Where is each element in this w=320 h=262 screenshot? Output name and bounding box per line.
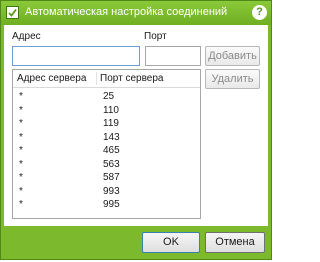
- remove-button[interactable]: Удалить: [205, 69, 260, 89]
- address-label: Адрес: [12, 31, 41, 42]
- app-icon: [6, 6, 19, 19]
- port-label: Порт: [144, 31, 167, 42]
- dialog-footer: OK Отмена: [4, 226, 268, 258]
- list-row[interactable]: * 465: [13, 145, 200, 159]
- column-header-server[interactable]: Адрес сервера: [17, 73, 86, 84]
- settings-dialog: Автоматическая настройка соединений ? Ад…: [0, 0, 272, 260]
- add-button[interactable]: Добавить: [205, 46, 260, 66]
- title-bar: Автоматическая настройка соединений ?: [1, 1, 271, 25]
- list-row[interactable]: * 25: [13, 91, 200, 105]
- row-server: *: [19, 104, 23, 116]
- row-port: 110: [103, 104, 119, 116]
- dialog-content: Адрес Порт Добавить Удалить Адрес сервер…: [4, 25, 268, 226]
- row-port: 25: [103, 91, 115, 102]
- help-icon[interactable]: ?: [252, 5, 267, 20]
- row-server: *: [19, 172, 23, 183]
- row-server: *: [19, 158, 23, 170]
- address-input[interactable]: [12, 46, 140, 66]
- ok-button[interactable]: OK: [142, 232, 200, 253]
- list-header: Адрес сервера Порт сервера: [13, 70, 200, 88]
- row-server: *: [19, 131, 23, 143]
- list-rows: * 25 * 110 * 119 * 143 * 465 * 563 * 587 * 993 *…: [13, 91, 200, 213]
- list-row[interactable]: * 995: [13, 199, 200, 213]
- row-server: *: [19, 118, 23, 129]
- row-port: 993: [103, 185, 120, 197]
- list-row[interactable]: * 110: [13, 105, 200, 119]
- server-list[interactable]: Адрес сервера Порт сервера * 25 * 110 * 119…: [12, 69, 201, 219]
- list-row[interactable]: * 119: [13, 118, 200, 132]
- row-port: 995: [103, 199, 120, 210]
- row-port: 465: [103, 145, 120, 156]
- column-header-port[interactable]: Порт сервера: [100, 73, 163, 84]
- list-row[interactable]: * 563: [13, 159, 200, 173]
- row-server: *: [19, 185, 23, 197]
- list-row[interactable]: * 143: [13, 132, 200, 146]
- row-port: 119: [103, 118, 119, 129]
- list-row[interactable]: * 587: [13, 172, 200, 186]
- row-port: 587: [103, 172, 120, 183]
- row-port: 143: [103, 131, 120, 143]
- cancel-button[interactable]: Отмена: [205, 232, 265, 253]
- column-divider[interactable]: [96, 72, 97, 85]
- window-title: Автоматическая настройка соединений: [25, 6, 228, 18]
- list-row[interactable]: * 993: [13, 186, 200, 200]
- row-server: *: [19, 91, 23, 102]
- row-port: 563: [103, 158, 120, 170]
- port-input[interactable]: [145, 46, 201, 66]
- row-server: *: [19, 199, 23, 210]
- row-server: *: [19, 145, 23, 156]
